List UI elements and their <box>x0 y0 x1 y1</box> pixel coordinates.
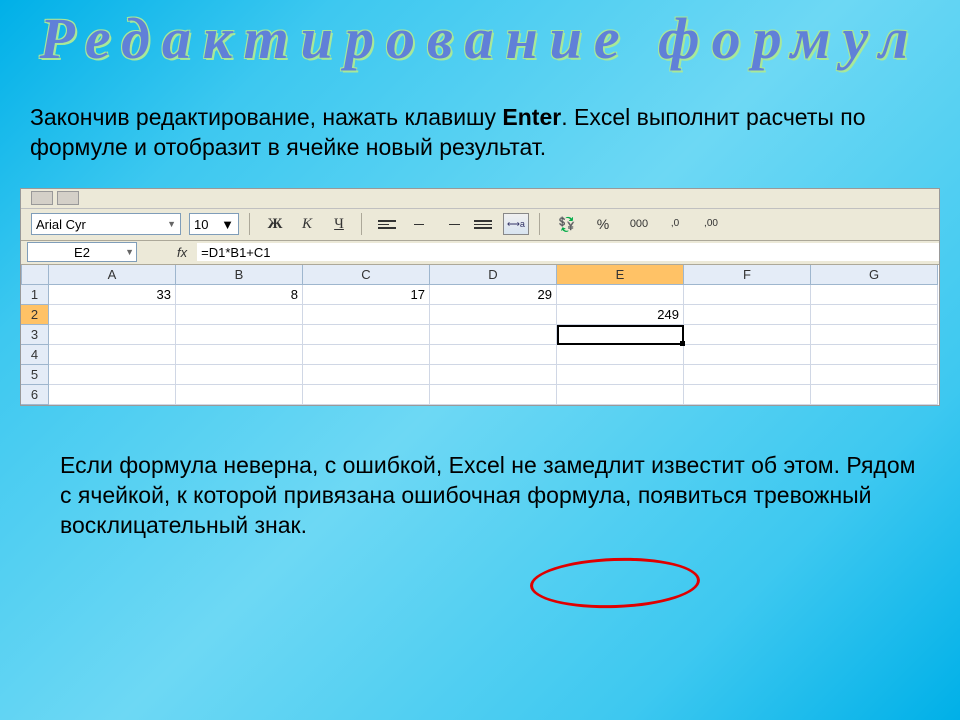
align-justify-button[interactable] <box>471 213 495 235</box>
intro-text: Закончив редактирование, нажать клавишу … <box>0 93 960 188</box>
cell-B6[interactable] <box>176 385 303 405</box>
excel-screenshot: Arial Cyr ▼ 10 ▼ Ж К Ч ⟷a 💱 % 000 ,0 ,00… <box>20 188 940 406</box>
intro-part1: Закончив редактирование, нажать клавишу <box>30 104 502 130</box>
standard-toolbar <box>21 189 939 209</box>
cell-C4[interactable] <box>303 345 430 365</box>
cell-D5[interactable] <box>430 365 557 385</box>
cell-A4[interactable] <box>49 345 176 365</box>
formatting-toolbar: Arial Cyr ▼ 10 ▼ Ж К Ч ⟷a 💱 % 000 ,0 ,00 <box>21 209 939 241</box>
increase-decimal-button[interactable]: ,0 <box>661 213 689 235</box>
col-header-C[interactable]: C <box>303 265 430 285</box>
cell-B2[interactable] <box>176 305 303 325</box>
cell-E2[interactable]: 249 <box>557 305 684 325</box>
spreadsheet-grid: A B C D E F G 1 33 8 17 29 2 249 <box>21 265 939 405</box>
name-box[interactable]: E2 ▼ <box>27 242 137 262</box>
cell-F1[interactable] <box>684 285 811 305</box>
cell-F6[interactable] <box>684 385 811 405</box>
row-header-5[interactable]: 5 <box>21 365 49 385</box>
currency-button[interactable]: 💱 <box>553 213 581 235</box>
select-all-corner[interactable] <box>21 265 49 285</box>
row-header-4[interactable]: 4 <box>21 345 49 365</box>
cell-D3[interactable] <box>430 325 557 345</box>
col-header-G[interactable]: G <box>811 265 938 285</box>
col-header-E[interactable]: E <box>557 265 684 285</box>
cell-G3[interactable] <box>811 325 938 345</box>
separator <box>361 213 365 235</box>
name-box-value: E2 <box>74 245 90 260</box>
footer-text: Если формула неверна, с ошибкой, Excel н… <box>0 406 960 561</box>
cell-G5[interactable] <box>811 365 938 385</box>
cell-B4[interactable] <box>176 345 303 365</box>
cell-A5[interactable] <box>49 365 176 385</box>
font-size-selector[interactable]: 10 ▼ <box>189 213 239 235</box>
cell-A3[interactable] <box>49 325 176 345</box>
row-header-2[interactable]: 2 <box>21 305 49 325</box>
col-header-B[interactable]: B <box>176 265 303 285</box>
intro-bold: Enter <box>502 104 561 130</box>
cell-E5[interactable] <box>557 365 684 385</box>
font-name-value: Arial Cyr <box>36 217 86 232</box>
cell-D6[interactable] <box>430 385 557 405</box>
cell-D1[interactable]: 29 <box>430 285 557 305</box>
font-size-value: 10 <box>194 217 208 232</box>
cell-F5[interactable] <box>684 365 811 385</box>
cell-F3[interactable] <box>684 325 811 345</box>
cell-B5[interactable] <box>176 365 303 385</box>
col-header-D[interactable]: D <box>430 265 557 285</box>
row-header-6[interactable]: 6 <box>21 385 49 405</box>
cell-E4[interactable] <box>557 345 684 365</box>
toolbar-icon[interactable] <box>31 191 53 205</box>
font-name-selector[interactable]: Arial Cyr ▼ <box>31 213 181 235</box>
cell-D4[interactable] <box>430 345 557 365</box>
align-center-button[interactable] <box>407 213 431 235</box>
comma-style-button[interactable]: 000 <box>625 213 653 235</box>
cell-C3[interactable] <box>303 325 430 345</box>
cell-C2[interactable] <box>303 305 430 325</box>
bold-button[interactable]: Ж <box>263 213 287 235</box>
cell-C1[interactable]: 17 <box>303 285 430 305</box>
cell-E3-active[interactable] <box>557 325 684 345</box>
col-header-F[interactable]: F <box>684 265 811 285</box>
cell-E6[interactable] <box>557 385 684 405</box>
cell-G6[interactable] <box>811 385 938 405</box>
cell-C6[interactable] <box>303 385 430 405</box>
toolbar-icon[interactable] <box>57 191 79 205</box>
cell-E1[interactable] <box>557 285 684 305</box>
underline-button[interactable]: Ч <box>327 213 351 235</box>
chevron-down-icon: ▼ <box>221 217 234 232</box>
formula-input[interactable]: =D1*B1+C1 <box>197 243 939 261</box>
chevron-down-icon: ▼ <box>167 219 176 229</box>
fx-label[interactable]: fx <box>137 245 197 260</box>
percent-button[interactable]: % <box>589 213 617 235</box>
chevron-down-icon: ▼ <box>125 247 134 257</box>
italic-button[interactable]: К <box>295 213 319 235</box>
decrease-decimal-button[interactable]: ,00 <box>697 213 725 235</box>
align-right-button[interactable] <box>439 213 463 235</box>
align-left-button[interactable] <box>375 213 399 235</box>
cell-A2[interactable] <box>49 305 176 325</box>
separator <box>249 213 253 235</box>
cell-B3[interactable] <box>176 325 303 345</box>
red-ellipse-annotation <box>529 555 701 611</box>
col-header-A[interactable]: A <box>49 265 176 285</box>
cell-A1[interactable]: 33 <box>49 285 176 305</box>
slide-title: Редактирование формул <box>0 0 960 93</box>
row-header-1[interactable]: 1 <box>21 285 49 305</box>
cell-C5[interactable] <box>303 365 430 385</box>
formula-bar: E2 ▼ fx =D1*B1+C1 <box>21 241 939 265</box>
merge-button[interactable]: ⟷a <box>503 213 529 235</box>
cell-G1[interactable] <box>811 285 938 305</box>
cell-B1[interactable]: 8 <box>176 285 303 305</box>
cell-G2[interactable] <box>811 305 938 325</box>
separator <box>539 213 543 235</box>
cell-F2[interactable] <box>684 305 811 325</box>
cell-G4[interactable] <box>811 345 938 365</box>
cell-F4[interactable] <box>684 345 811 365</box>
cell-A6[interactable] <box>49 385 176 405</box>
cell-D2[interactable] <box>430 305 557 325</box>
row-header-3[interactable]: 3 <box>21 325 49 345</box>
